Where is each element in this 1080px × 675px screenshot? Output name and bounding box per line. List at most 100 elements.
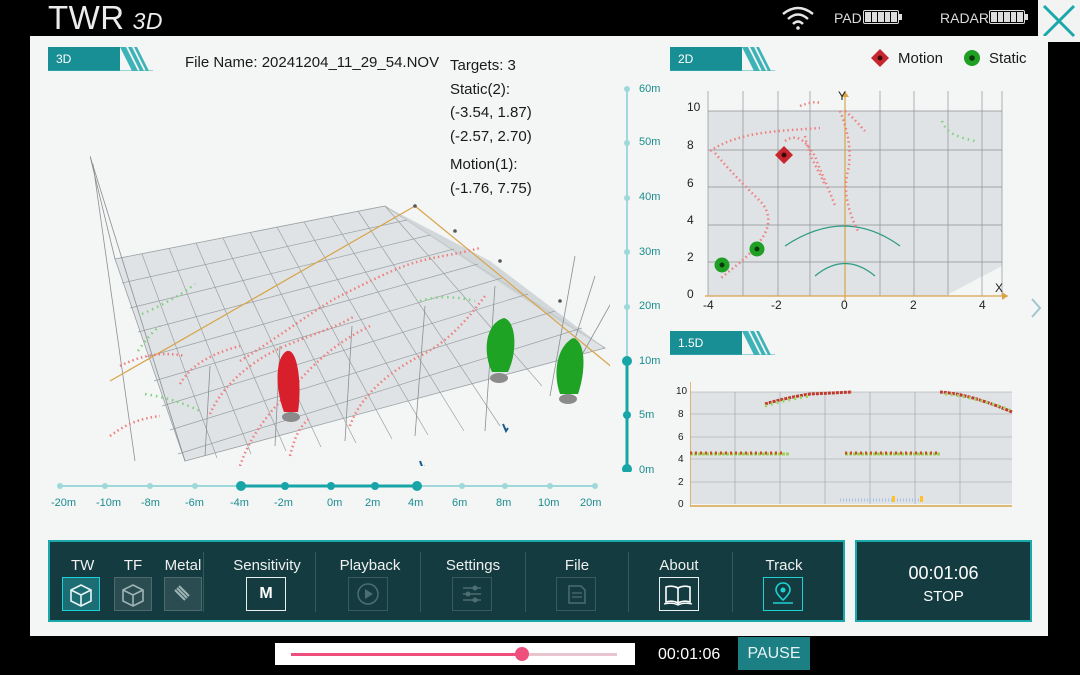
toolbar: TW TF Metal Sensitivity Playback Setting… bbox=[48, 540, 845, 622]
radar-battery-icon bbox=[989, 10, 1028, 24]
brand-name: TWR bbox=[48, 0, 125, 36]
radar-label: RADAR bbox=[940, 10, 990, 26]
settings-button[interactable] bbox=[452, 577, 492, 611]
app-brand: TWR 3D bbox=[48, 0, 163, 37]
width-tick-neg4: -4m bbox=[230, 497, 249, 509]
range-tick-40m: 40m bbox=[639, 191, 661, 203]
track-button[interactable] bbox=[763, 577, 803, 611]
tf-label: TF bbox=[123, 557, 143, 574]
brand-mode: 3D bbox=[132, 8, 164, 34]
stop-label: STOP bbox=[923, 588, 964, 605]
tf-button[interactable] bbox=[114, 577, 152, 611]
y-tick-6: 6 bbox=[687, 176, 694, 190]
static-target-marker-2[interactable] bbox=[749, 241, 765, 257]
static-legend-icon bbox=[964, 50, 981, 66]
width-slider[interactable] bbox=[55, 480, 600, 492]
top-bar: TWR 3D PAD RADAR bbox=[0, 0, 1080, 36]
y-axis-label: Y bbox=[838, 89, 847, 103]
play-circle-icon bbox=[357, 583, 379, 605]
range-tick-10m: 10m bbox=[639, 355, 661, 367]
width-tick-2: 2m bbox=[365, 497, 381, 509]
width-tick-neg6: -6m bbox=[185, 497, 204, 509]
tw-label: TW bbox=[71, 557, 95, 574]
range-tick-30m: 30m bbox=[639, 246, 661, 258]
pad-battery-icon bbox=[863, 10, 902, 24]
view-3d-scene[interactable] bbox=[90, 156, 610, 466]
pad-label: PAD bbox=[834, 10, 862, 26]
elapsed-time: 00:01:06 bbox=[908, 563, 979, 583]
book-icon bbox=[663, 585, 693, 606]
range-slider[interactable] bbox=[621, 86, 633, 472]
range-tick-20m: 20m bbox=[639, 300, 661, 312]
15d-tick-4: 4 bbox=[678, 454, 684, 465]
15d-tick-6: 6 bbox=[678, 432, 684, 443]
metal-icon bbox=[174, 585, 190, 601]
progress-thumb[interactable] bbox=[515, 647, 530, 661]
view-15d-plot[interactable] bbox=[690, 382, 1015, 510]
file-name-value: 20241204_11_29_54.NOV bbox=[261, 54, 440, 71]
folder-icon bbox=[568, 585, 586, 604]
pause-button[interactable]: PAUSE bbox=[738, 637, 810, 670]
legend-motion: Motion bbox=[898, 49, 944, 67]
15d-tick-0: 0 bbox=[678, 499, 684, 510]
view-2d-label: 2D bbox=[678, 52, 694, 66]
sliders-icon bbox=[463, 585, 481, 603]
sensitivity-button[interactable]: M bbox=[246, 577, 286, 611]
15d-tick-8: 8 bbox=[678, 409, 684, 420]
about-button[interactable] bbox=[659, 577, 699, 611]
box-icon bbox=[70, 584, 92, 607]
view-15d-label: 1.5D bbox=[678, 336, 704, 350]
next-chevron-icon[interactable] bbox=[1028, 296, 1044, 320]
15d-tick-2: 2 bbox=[678, 477, 684, 488]
metal-button[interactable] bbox=[164, 577, 202, 611]
timer-panel[interactable]: 00:01:06 STOP bbox=[855, 540, 1032, 622]
y-tick-2: 2 bbox=[687, 250, 694, 264]
range-tick-50m: 50m bbox=[639, 136, 661, 148]
view-3d-label: 3D bbox=[56, 52, 72, 66]
targets-count: Targets: 3 bbox=[450, 57, 516, 74]
y-tick-4: 4 bbox=[687, 213, 694, 227]
15d-tick-10: 10 bbox=[676, 386, 688, 397]
playback-label: Playback bbox=[339, 557, 401, 574]
cube-icon bbox=[122, 584, 144, 607]
x-axis-label: X bbox=[995, 281, 1004, 295]
tw-button[interactable] bbox=[62, 577, 100, 611]
range-tick-5m: 5m bbox=[639, 409, 655, 421]
x-tick-neg4: -4 bbox=[703, 298, 714, 312]
width-tick-20: 20m bbox=[580, 497, 602, 509]
y-tick-0: 0 bbox=[687, 287, 694, 301]
file-button[interactable] bbox=[556, 577, 596, 611]
range-tick-60m: 60m bbox=[639, 83, 661, 95]
x-tick-2: 2 bbox=[910, 298, 917, 312]
legend-static: Static bbox=[989, 49, 1027, 67]
playback-bar: 00:01:06 PAUSE bbox=[0, 636, 1080, 675]
location-pin-icon bbox=[773, 582, 793, 604]
y-tick-10: 10 bbox=[687, 100, 701, 114]
static-label: Static(2): bbox=[450, 80, 511, 98]
view-2d-plot[interactable]: Y X bbox=[690, 89, 1035, 321]
range-tick-0m: 0m bbox=[639, 464, 655, 476]
playback-button[interactable] bbox=[348, 577, 388, 611]
playback-track-container[interactable] bbox=[275, 643, 635, 665]
legend: Motion Static bbox=[870, 48, 1027, 68]
x-tick-neg2: -2 bbox=[771, 298, 782, 312]
sensitivity-label: Sensitivity bbox=[233, 557, 301, 574]
width-tick-4: 4m bbox=[408, 497, 424, 509]
x-tick-0: 0 bbox=[841, 298, 848, 312]
about-label: About bbox=[659, 557, 699, 574]
width-tick-0: 0m bbox=[327, 497, 343, 509]
static-coord-1: (-3.54, 1.87) bbox=[450, 104, 532, 121]
x-tick-4: 4 bbox=[979, 298, 986, 312]
progress-fill bbox=[291, 653, 523, 656]
y-tick-8: 8 bbox=[687, 138, 694, 152]
width-tick-10: 10m bbox=[538, 497, 560, 509]
file-name-label: File Name: bbox=[185, 54, 258, 71]
width-tick-6: 6m bbox=[452, 497, 468, 509]
file-label: File bbox=[564, 557, 590, 574]
file-name-info: File Name: 20241204_11_29_54.NOV bbox=[185, 54, 439, 71]
width-tick-neg2: -2m bbox=[274, 497, 293, 509]
motion-legend-icon bbox=[871, 49, 889, 67]
metal-label: Metal bbox=[164, 557, 202, 574]
settings-label: Settings bbox=[445, 557, 501, 574]
static-target-marker-1[interactable] bbox=[714, 257, 730, 273]
